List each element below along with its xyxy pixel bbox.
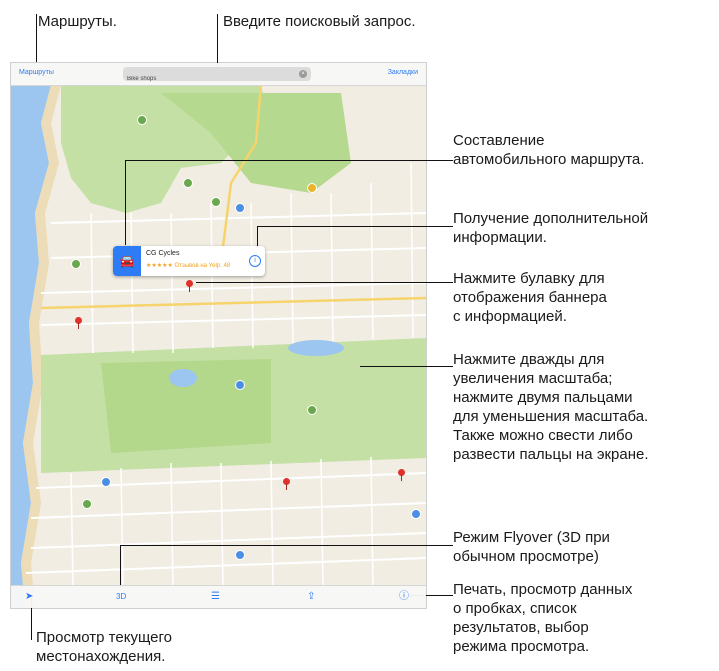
annotation-location: Просмотр текущего местонахождения. [36,629,172,665]
annotation-flyover: Режим Flyover (3D при обычном просмотре) [453,529,610,565]
map-top-bar: Маршруты × Закладки [11,63,426,86]
callout-title: CG Cycles [146,250,180,257]
leader-line-pin [196,282,453,283]
leader-line-directions-v [125,160,126,245]
info-icon[interactable]: ⓘ [399,591,409,603]
leader-line-flyover [120,545,453,546]
leader-line-flyover-v [120,545,121,588]
leader-line-directions [125,160,453,161]
leader-line-search [217,14,218,70]
share-icon[interactable]: ⇪ [307,591,315,603]
park-poi-icon[interactable] [137,115,147,125]
shop-poi-icon[interactable] [235,203,245,213]
park-poi-icon[interactable] [211,197,221,207]
bike-shop-pin[interactable] [186,280,193,292]
annotation-info: Получение дополнительной информации. [453,210,649,246]
routes-link[interactable]: Маршруты [19,69,54,76]
search-field[interactable]: × [123,67,311,86]
bike-shop-pin[interactable] [398,469,405,481]
place-callout[interactable]: 🚘 CG Cycles ★★★★★ Отзывов на Yelp: 48 i [113,246,265,276]
callout-subtitle: ★★★★★ Отзывов на Yelp: 48 [146,263,231,269]
annotation-zoom: Нажмите дважды для увеличения масштаба; … [453,351,649,463]
car-directions-icon[interactable]: 🚘 [113,246,141,276]
leader-line-zoom [360,366,453,367]
bike-shop-pin[interactable] [75,317,82,329]
shop-poi-icon[interactable] [235,550,245,560]
list-icon[interactable]: ☰ [211,591,220,603]
leader-line-info [257,226,453,227]
bike-shop-pin[interactable] [283,478,290,490]
threed-button[interactable]: 3D [116,591,126,603]
annotation-pin: Нажмите булавку для отображения баннера … [453,270,607,325]
shop-poi-icon[interactable] [235,380,245,390]
favorites-link[interactable]: Закладки [388,69,418,76]
map-bottom-toolbar: ➤ 3D ☰ ⇪ ⓘ [11,585,426,608]
map-view[interactable]: Маршруты × Закладки 🚘 CG Cycles ★★★★★ От… [10,62,427,609]
clear-search-icon[interactable]: × [299,70,307,78]
landmark-poi-icon[interactable] [307,183,317,193]
annotation-routes: Маршруты. [38,13,117,30]
park-poi-icon[interactable] [183,178,193,188]
park-poi-icon[interactable] [307,405,317,415]
shop-poi-icon[interactable] [101,477,111,487]
shop-poi-icon[interactable] [411,509,421,519]
leader-line-routes [36,14,37,62]
annotation-search: Введите поисковый запрос. [223,13,416,30]
park-poi-icon[interactable] [82,499,92,509]
callout-info-icon[interactable]: i [249,255,261,267]
annotation-directions: Составление автомобильного маршрута. [453,132,645,168]
search-input[interactable] [123,72,281,86]
location-arrow-icon[interactable]: ➤ [25,591,33,603]
map-canvas[interactable] [11,63,426,608]
park-poi-icon[interactable] [71,259,81,269]
annotation-options: Печать, просмотр данных о пробках, списо… [453,581,633,655]
